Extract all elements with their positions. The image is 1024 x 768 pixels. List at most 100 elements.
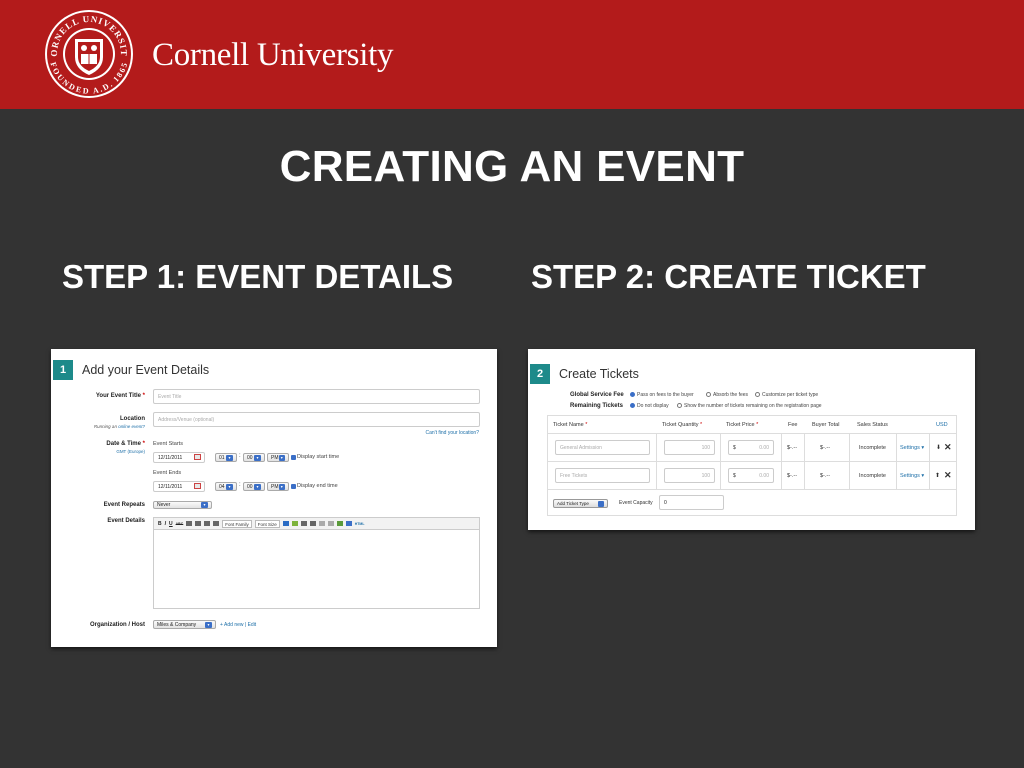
col-ticket-quantity: Ticket Quantity * — [662, 421, 703, 428]
settings-dropdown[interactable]: Settings ▾ — [900, 473, 924, 479]
fee-radio-pass[interactable] — [630, 392, 635, 397]
fee-option-customize: Customize per ticket type — [762, 392, 819, 398]
online-event-note: Running an online event? — [93, 424, 145, 429]
event-ends-label: Event Ends — [153, 470, 182, 476]
ticket-quantity-input[interactable]: 100 — [664, 468, 715, 483]
panel-title: Add your Event Details — [82, 363, 210, 377]
font-family-select[interactable]: Font Family — [222, 519, 252, 528]
highlight-color-icon[interactable] — [291, 521, 298, 526]
text-color-icon[interactable] — [282, 521, 289, 526]
event-title-input[interactable]: Event Title — [153, 389, 480, 404]
ticket-name-input[interactable]: Free Tickets — [555, 468, 650, 483]
align-justify-icon[interactable] — [213, 521, 220, 526]
step-number-badge: 2 — [530, 364, 550, 384]
display-end-label: Display end time — [297, 483, 338, 489]
event-starts-label: Event Starts — [153, 441, 183, 447]
underline-button[interactable]: U — [169, 521, 173, 527]
col-buyer-total: Buyer Total — [812, 421, 840, 428]
org-actions: + Add new | Edit — [220, 622, 257, 628]
settings-dropdown[interactable]: Settings ▾ — [900, 445, 924, 451]
html-button[interactable]: HTML — [355, 522, 365, 526]
col-ticket-name: Ticket Name * — [553, 421, 588, 428]
timezone-link[interactable]: GMT (Europe) — [116, 449, 145, 454]
create-tickets-screenshot: 2 Create Tickets Global Service Fee Pass… — [528, 349, 975, 530]
col-ticket-price: Ticket Price * — [726, 421, 759, 428]
table-row: Free Tickets 100 $0.00 $-.-- $-.-- Incom… — [548, 461, 956, 489]
event-repeats-label: Event Repeats — [103, 502, 145, 508]
remaining-option-hide: Do not display — [637, 403, 669, 409]
org-host-label: Organization / Host — [89, 622, 145, 628]
editor-toolbar: B I U ABC Font Family Font Size HTML — [154, 518, 479, 530]
panel-title: Create Tickets — [559, 367, 639, 381]
fee-option-absorb: Absorb the fees — [713, 392, 749, 398]
unlink-icon[interactable] — [327, 521, 334, 526]
cant-find-location-link[interactable]: Can't find your location? — [426, 430, 480, 436]
global-fee-label: Global Service Fee — [570, 392, 624, 398]
align-left-icon[interactable] — [186, 521, 193, 526]
start-ampm-select[interactable]: PM ▾ — [267, 453, 289, 462]
delete-icon[interactable]: ✕ — [944, 470, 952, 481]
ticket-name-input[interactable]: General Admission — [555, 440, 650, 455]
location-label: Location — [120, 416, 145, 422]
tickets-table: Ticket Name * Ticket Quantity * Ticket P… — [547, 415, 957, 516]
brand-name: Cornell University — [152, 37, 394, 73]
end-minute-select[interactable]: 00 ▾ — [243, 482, 265, 491]
fee-radio-absorb[interactable] — [706, 392, 711, 397]
sales-status-value: Incomplete — [859, 445, 886, 451]
ticket-quantity-input[interactable]: 100 — [664, 440, 715, 455]
spellcheck-icon[interactable] — [345, 521, 352, 526]
display-end-checkbox[interactable] — [291, 484, 296, 489]
date-time-label: Date & Time * — [106, 441, 145, 447]
link-icon[interactable] — [318, 521, 325, 526]
start-minute-select[interactable]: 00 ▾ — [243, 453, 265, 462]
remaining-radio-show[interactable] — [677, 403, 682, 408]
buyer-total-value: $-.-- — [820, 445, 831, 451]
fee-radio-customize[interactable] — [755, 392, 760, 397]
col-fee: Fee — [788, 421, 798, 428]
font-size-select[interactable]: Font Size — [254, 519, 280, 528]
end-hour-select[interactable]: 04 ▾ — [215, 482, 237, 491]
cornell-seal-logo: CORNELL UNIVERSITY FOUNDED A.D. 1865 — [44, 9, 133, 98]
delete-icon[interactable]: ✕ — [944, 442, 952, 453]
display-start-label: Display start time — [297, 454, 340, 460]
location-input[interactable]: Address/Venue (optional) — [153, 412, 480, 427]
image-icon[interactable] — [336, 521, 343, 526]
step-number-badge: 1 — [53, 360, 73, 380]
org-host-select[interactable]: Miles & Company ▾ — [153, 620, 216, 629]
step2-heading: STEP 2: CREATE TICKET — [531, 258, 926, 295]
move-up-icon[interactable]: ⬆ — [935, 472, 940, 479]
table-row: General Admission 100 $0.00 $-.-- $-.-- … — [548, 433, 956, 461]
align-right-icon[interactable] — [204, 521, 211, 526]
col-sales-status: Sales Status — [857, 421, 888, 428]
calendar-icon[interactable] — [194, 454, 201, 460]
display-start-checkbox[interactable] — [291, 455, 296, 460]
event-details-screenshot: 1 Add your Event Details Your Event Titl… — [51, 349, 497, 647]
buyer-total-value: $-.-- — [820, 473, 831, 479]
bullet-list-icon[interactable] — [300, 521, 307, 526]
ticket-price-input[interactable]: $0.00 — [728, 440, 774, 455]
edit-org-link[interactable]: Edit — [248, 622, 257, 628]
event-details-editor[interactable]: B I U ABC Font Family Font Size HTML — [153, 517, 480, 609]
event-capacity-input[interactable]: 0 — [659, 495, 724, 510]
add-new-org-link[interactable]: + Add new — [220, 622, 244, 628]
event-title-label: Your Event Title * — [95, 393, 145, 399]
fee-option-pass: Pass on fees to the buyer — [637, 392, 694, 398]
remaining-radio-hide[interactable] — [630, 403, 635, 408]
remaining-option-show: Show the number of tickets remaining on … — [684, 403, 822, 409]
strikethrough-button[interactable]: ABC — [176, 522, 184, 526]
bold-button[interactable]: B — [158, 521, 162, 527]
online-event-link[interactable]: online event? — [118, 424, 145, 429]
move-down-icon[interactable]: ⬇ — [936, 444, 941, 451]
fee-value: $-.-- — [787, 473, 798, 479]
start-hour-select[interactable]: 01 ▾ — [215, 453, 237, 462]
ticket-price-input[interactable]: $0.00 — [728, 468, 774, 483]
italic-button[interactable]: I — [165, 521, 166, 527]
align-center-icon[interactable] — [195, 521, 202, 526]
add-ticket-type-button[interactable]: Add Ticket Type — [553, 499, 608, 508]
currency-link[interactable]: USD — [936, 416, 948, 433]
event-repeats-select[interactable]: Never ▾ — [153, 501, 212, 509]
sales-status-value: Incomplete — [859, 473, 886, 479]
numbered-list-icon[interactable] — [309, 521, 316, 526]
end-ampm-select[interactable]: PM ▾ — [267, 482, 289, 491]
calendar-icon[interactable] — [194, 483, 201, 489]
